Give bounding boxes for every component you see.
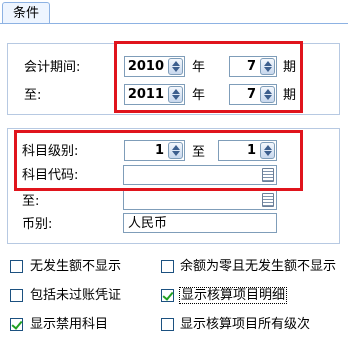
option-label-3[interactable]: 显示核算项目明细 (179, 287, 288, 304)
subject-code-to-label: 至: (22, 194, 40, 209)
currency-value[interactable]: 人民币 (128, 215, 167, 232)
option-checkbox-3[interactable] (161, 289, 174, 302)
option-label-4[interactable]: 显示禁用科目 (30, 317, 108, 333)
option-label-0[interactable]: 无发生额不显示 (30, 259, 121, 275)
query-condition-dialog: 条件 会计期间: 至: 2010 年 7 期 2011 年 7 期 科目级别: … (0, 0, 348, 341)
currency-field[interactable]: 人民币 (123, 213, 277, 233)
tab-conditions[interactable]: 条件 (2, 2, 50, 24)
highlight-subject-box (14, 130, 303, 191)
option-checkbox-0[interactable] (10, 260, 23, 273)
period-to-label: 至: (24, 88, 42, 103)
tab-divider (0, 23, 348, 24)
option-checkbox-2[interactable] (10, 289, 23, 302)
option-label-1[interactable]: 余额为零且无发生额不显示 (180, 259, 336, 275)
highlight-period-box (114, 41, 303, 113)
option-checkbox-4[interactable] (10, 318, 23, 331)
subject-code-to-field[interactable] (123, 190, 277, 210)
option-checkbox-1[interactable] (161, 260, 174, 273)
option-label-2[interactable]: 包括未过账凭证 (30, 288, 121, 304)
lookup-list-icon[interactable] (262, 193, 274, 207)
option-label-5[interactable]: 显示核算项目所有级次 (180, 317, 310, 333)
currency-label: 币别: (22, 217, 53, 232)
option-label-3-wrap[interactable]: 显示核算项目明细 (179, 287, 288, 304)
option-checkbox-5[interactable] (161, 318, 174, 331)
period-from-label: 会计期间: (24, 60, 81, 75)
